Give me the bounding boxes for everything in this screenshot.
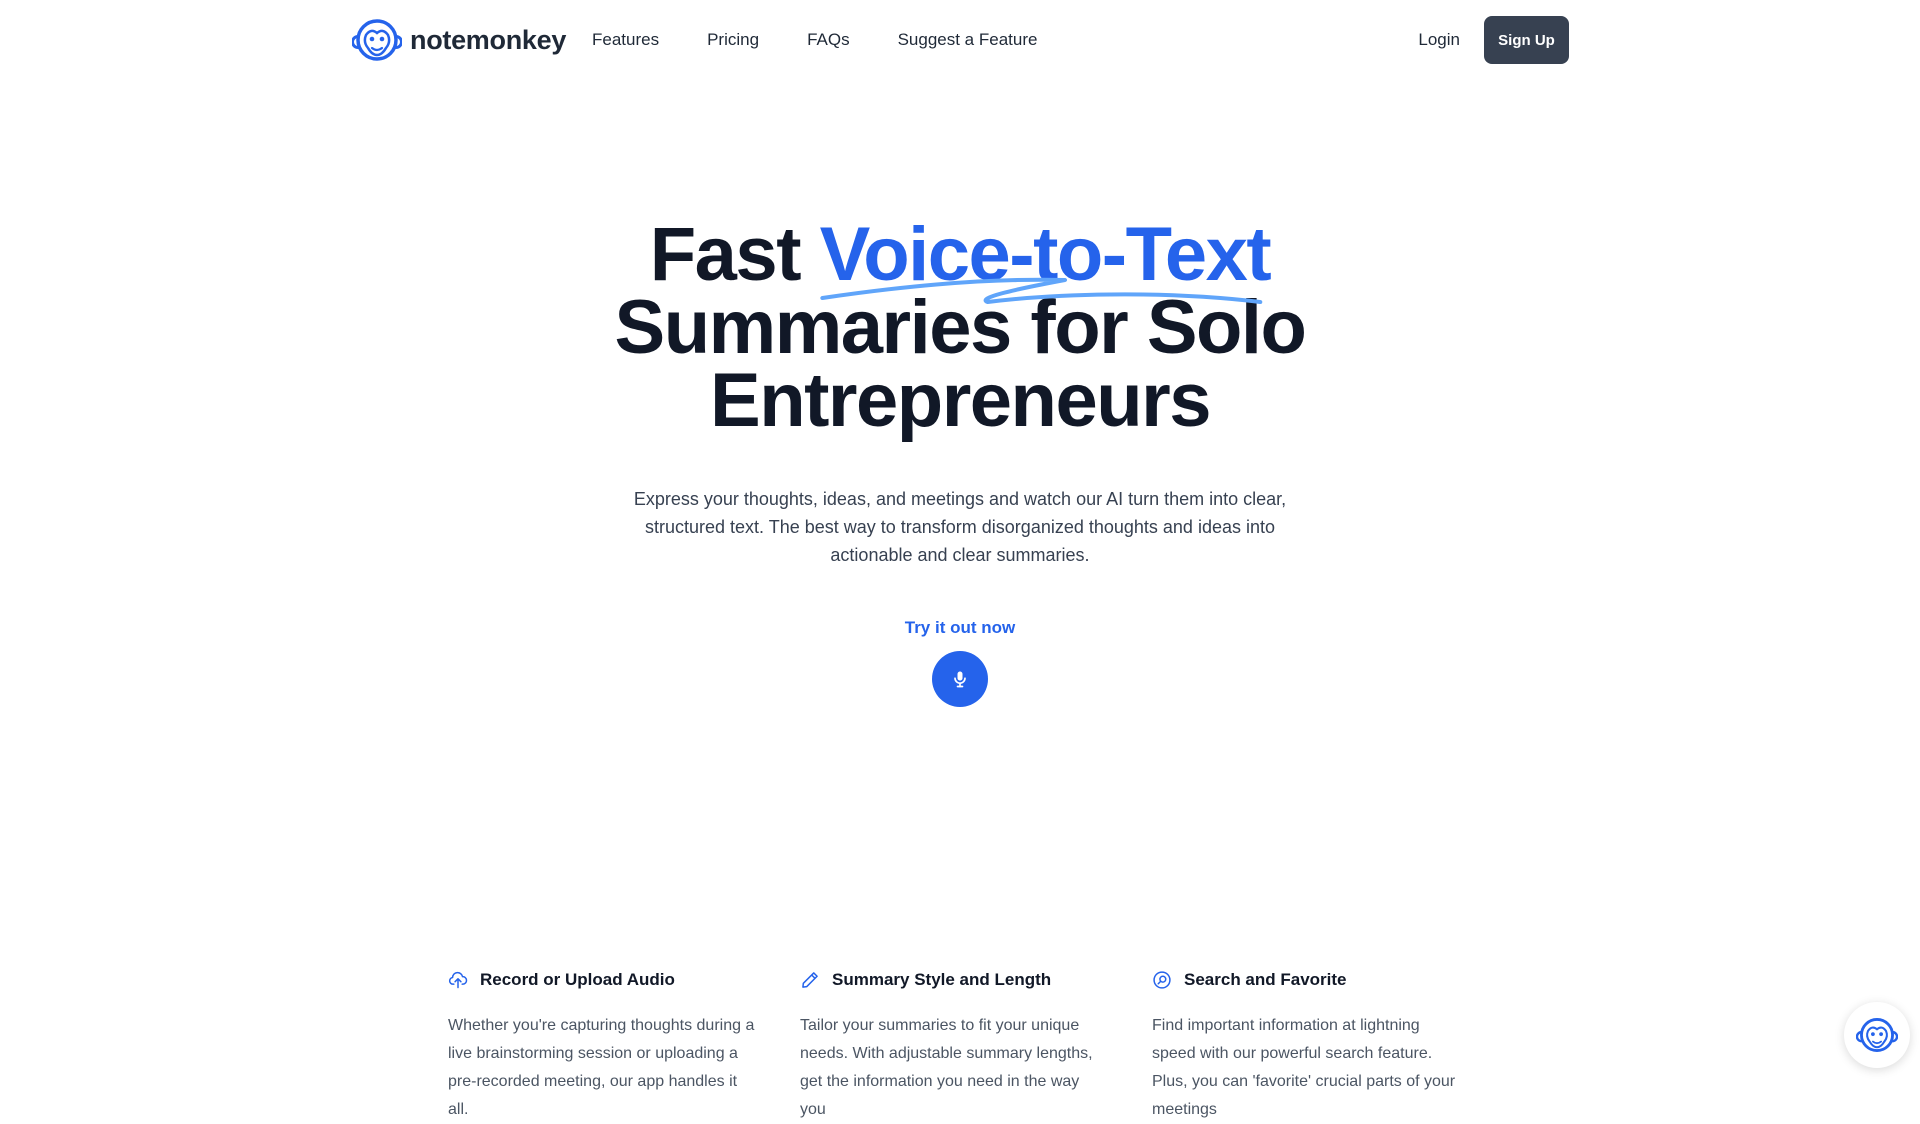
feature-title: Search and Favorite	[1184, 970, 1347, 989]
search-icon	[1153, 971, 1171, 989]
login-link[interactable]: Login	[1418, 30, 1460, 50]
feature-description: Find important information at lightning …	[1152, 1017, 1456, 1118]
feature-title: Record or Upload Audio	[480, 970, 675, 989]
signup-button[interactable]: Sign Up	[1484, 16, 1569, 64]
headline-line-2: Summaries for Solo	[614, 285, 1307, 370]
headline-accent: Voice-to-Text	[820, 217, 1272, 304]
brand-name: notemonkey	[410, 24, 567, 55]
nav-link-suggest-feature[interactable]: Suggest a Feature	[898, 28, 1038, 52]
cloud-upload-icon	[448, 971, 468, 989]
nav-link-pricing[interactable]: Pricing	[707, 28, 759, 52]
nav-link-faqs[interactable]: FAQs	[807, 28, 850, 52]
feature-description: Whether you're capturing thoughts during…	[448, 1017, 755, 1118]
hero-section: Fast Voice-to-Text Summaries for Solo En…	[0, 217, 1920, 707]
hero-subtext: Express your thoughts, ideas, and meetin…	[633, 489, 1287, 565]
feature-card-search: Search and Favorite Find important infor…	[1152, 968, 1460, 1124]
monkey-logo-icon	[352, 19, 402, 61]
feature-header: Record or Upload Audio	[448, 968, 756, 992]
feature-card-record: Record or Upload Audio Whether you're ca…	[448, 968, 756, 1124]
hero-headline: Fast Voice-to-Text Summaries for Solo En…	[0, 217, 1920, 443]
feature-title: Summary Style and Length	[832, 970, 1052, 989]
feature-header: Summary Style and Length	[800, 968, 1108, 992]
auth-actions: Login Sign Up	[1418, 16, 1569, 64]
nav-link-features[interactable]: Features	[592, 28, 659, 52]
try-it-label: Try it out now	[904, 618, 1016, 637]
feature-card-summary-style: Summary Style and Length Tailor your sum…	[800, 968, 1108, 1124]
pencil-icon	[802, 972, 818, 988]
headline-line-1: Fast Voice-to-Text	[0, 217, 1920, 304]
logo-link[interactable]: notemonkey	[352, 18, 566, 62]
monkey-icon	[1856, 1018, 1898, 1052]
microphone-icon	[954, 671, 966, 688]
top-navigation: notemonkey Features Pricing FAQs Suggest…	[0, 0, 1920, 80]
record-mic-button[interactable]	[932, 651, 988, 707]
feature-header: Search and Favorite	[1152, 968, 1460, 992]
headline-accent-text: Voice-to-Text	[819, 212, 1272, 297]
nav-links: Features Pricing FAQs Suggest a Feature	[592, 28, 1037, 52]
headline-line-3: Entrepreneurs	[710, 358, 1212, 443]
features-section: Record or Upload Audio Whether you're ca…	[448, 968, 1460, 1124]
feature-description: Tailor your summaries to fit your unique…	[800, 1017, 1093, 1118]
chat-widget-button[interactable]	[1844, 1002, 1910, 1068]
